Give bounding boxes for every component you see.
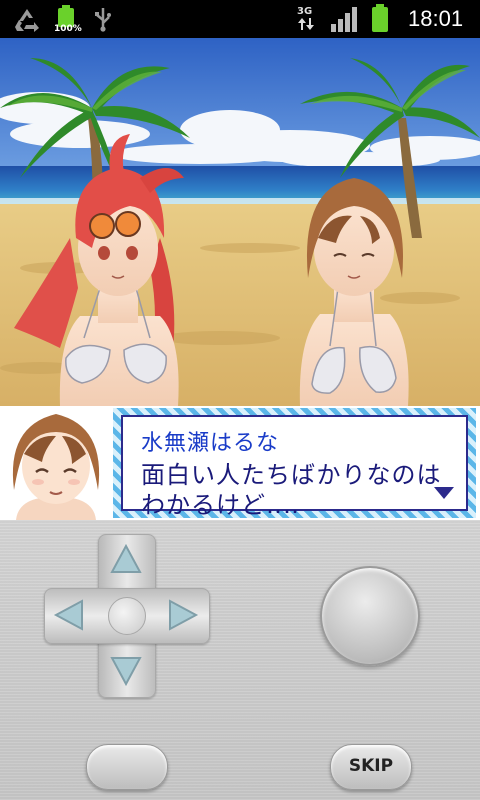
battery-percent-text: 100% [54, 24, 82, 34]
clock-time: 18:01 [408, 6, 464, 31]
message-line-2: わかるけど‥‥ [141, 491, 301, 519]
game-scene[interactable] [0, 38, 480, 406]
network-type-label: 3G [297, 6, 313, 17]
dialog-panel[interactable]: 水無瀬はるな 面白い人たちばかりなのは わかるけど‥‥ [0, 406, 480, 520]
arrow-down-icon [110, 657, 142, 687]
triangle-down-icon [434, 487, 454, 499]
action-button[interactable] [320, 566, 420, 666]
skip-button-label: SKIP [348, 756, 394, 776]
usb-icon [95, 8, 111, 32]
battery-charging-icon [372, 4, 388, 32]
arrow-right-icon [169, 599, 199, 631]
skip-button[interactable]: SKIP [330, 744, 412, 790]
status-bar: 100% 3G 18:01 [0, 0, 480, 38]
speaker-name: 水無瀬はるな [141, 431, 280, 456]
controller-panel: SKIP [0, 520, 480, 800]
dpad-down-button[interactable] [98, 640, 154, 696]
arrow-up-icon [110, 543, 142, 573]
network-arrows-icon [298, 18, 314, 30]
recycle-icon [15, 9, 39, 32]
dpad-up-button[interactable] [98, 534, 154, 590]
arrow-left-icon [53, 599, 83, 631]
signal-icon [331, 7, 357, 32]
message-box[interactable]: 水無瀬はるな 面白い人たちばかりなのは わかるけど‥‥ [113, 408, 476, 519]
select-button[interactable] [86, 744, 168, 790]
dpad-center [108, 597, 146, 635]
speaker-portrait [0, 406, 112, 520]
message-box-inner: 水無瀬はるな 面白い人たちばかりなのは わかるけど‥‥ [121, 415, 468, 519]
beach-background [0, 38, 480, 406]
dpad-right-button[interactable] [154, 588, 208, 642]
dpad-left-button[interactable] [44, 588, 98, 642]
